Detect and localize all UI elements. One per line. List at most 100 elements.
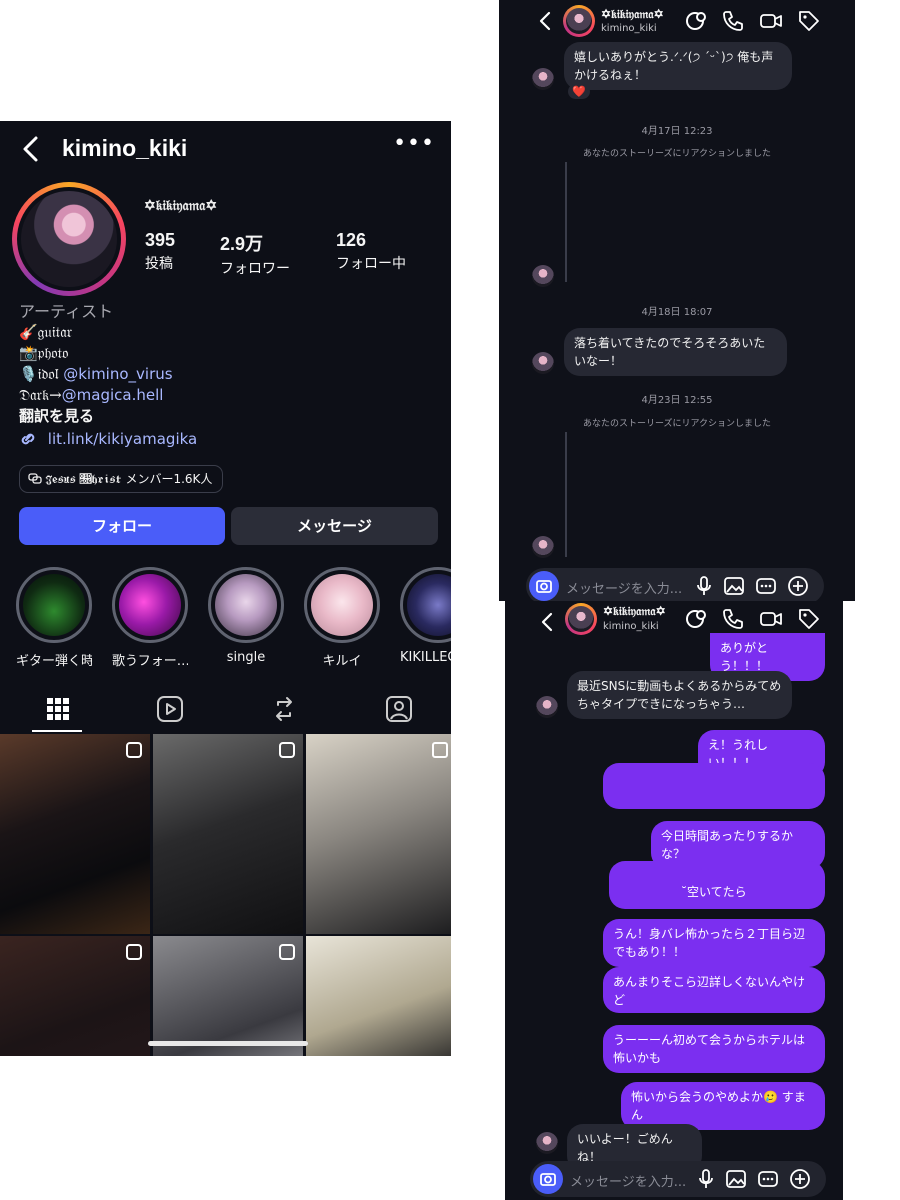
add-people-icon[interactable] bbox=[685, 607, 709, 631]
story-reaction-notice: あなたのストーリーズにリアクションしました bbox=[582, 419, 772, 429]
carousel-icon bbox=[126, 944, 142, 960]
sender-avatar bbox=[536, 1132, 558, 1154]
community-chip[interactable]: 𝔍𝔢𝔰𝔲𝔰 𝔆𝔥𝔯𝔦𝔰𝔱 メンバー1.6K人 bbox=[19, 465, 224, 493]
mention-kimino-virus[interactable]: @kimino_virus bbox=[63, 365, 172, 383]
timestamp: 4月18日 18:07 bbox=[641, 307, 713, 318]
microphone-icon[interactable] bbox=[694, 1167, 718, 1191]
carousel-icon bbox=[279, 742, 295, 758]
highlight-cover bbox=[407, 574, 451, 636]
message-outgoing[interactable]: うーーーん初めて会うからホテルは怖いかも bbox=[603, 1025, 825, 1073]
community-label: 𝔍𝔢𝔰𝔲𝔰 𝔆𝔥𝔯𝔦𝔰𝔱 メンバー1.6K人 bbox=[45, 472, 213, 486]
bio-link[interactable]: lit.link/kikiyamagika bbox=[19, 429, 439, 450]
add-icon[interactable] bbox=[786, 574, 810, 598]
follow-button[interactable]: フォロー bbox=[19, 507, 225, 545]
camera-button[interactable] bbox=[533, 1164, 563, 1194]
dm-display-name: ✡𝔨𝔦𝔨𝔦𝔶𝔞𝔪𝔞✡ bbox=[603, 604, 666, 618]
sticker-icon[interactable] bbox=[756, 1167, 780, 1191]
highlight-single[interactable]: single bbox=[208, 567, 284, 665]
tag-icon[interactable] bbox=[797, 9, 821, 33]
profile-avatar[interactable] bbox=[12, 182, 126, 296]
highlight-cover bbox=[215, 574, 277, 636]
bio-idol: 🎙️𝔦𝔡𝔬𝔩 @kimino_virus bbox=[19, 364, 439, 385]
timestamp: 4月23日 12:55 bbox=[641, 395, 713, 406]
highlight-guitar[interactable]: ギター弾く時 bbox=[16, 567, 92, 669]
reaction-heart[interactable]: ❤️ bbox=[568, 84, 590, 99]
reel-icon bbox=[432, 742, 448, 758]
message-composer[interactable]: メッセージを入力... bbox=[530, 1161, 826, 1197]
post-thumbnail[interactable] bbox=[153, 936, 303, 1056]
translate-link[interactable]: 翻訳を見る bbox=[19, 406, 439, 427]
back-arrow-icon[interactable] bbox=[539, 611, 555, 633]
highlight-cover bbox=[311, 574, 373, 636]
profile-tabs bbox=[0, 686, 451, 734]
profile-username: kimino_kiki bbox=[62, 135, 188, 161]
sender-avatar bbox=[532, 68, 554, 90]
dm-username: kimino_kiki bbox=[603, 621, 659, 632]
stat-followers-label: フォロワー bbox=[220, 261, 290, 277]
story-reaction-notice: あなたのストーリーズにリアクションしました bbox=[582, 149, 772, 159]
highlight-cover bbox=[119, 574, 181, 636]
stat-followers[interactable]: 2.9万 フォロワー bbox=[220, 230, 290, 278]
repost-icon[interactable] bbox=[269, 694, 299, 724]
message-incoming[interactable]: 落ち着いてきたのでそろそろあいたいなー！ bbox=[564, 328, 787, 376]
dm-thread-top: ✡𝔨𝔦𝔨𝔦𝔶𝔞𝔪𝔞✡ kimino_kiki 嬉しいありがとう.ᐟ.ᐟ(੭ ˊᵕ… bbox=[499, 0, 855, 601]
add-people-icon[interactable] bbox=[685, 9, 709, 33]
message-composer[interactable]: メッセージを入力... bbox=[526, 568, 824, 601]
message-outgoing[interactable]: あんまりそこら辺詳しくないんやけど bbox=[603, 967, 825, 1013]
stat-following-value: 126 bbox=[336, 230, 367, 250]
back-arrow-icon[interactable] bbox=[20, 135, 44, 163]
link-icon bbox=[21, 433, 35, 445]
highlight-label: キルイ bbox=[322, 654, 362, 669]
highlight-label: ギター弾く時 bbox=[16, 654, 92, 669]
post-thumbnail[interactable] bbox=[0, 734, 150, 934]
highlight-kirui[interactable]: キルイ bbox=[304, 567, 380, 669]
chat-bubbles-icon bbox=[28, 473, 42, 484]
message-outgoing[interactable]: うん！身バレ怖かったら２丁目ら辺でもあり！！ bbox=[603, 919, 825, 967]
more-options-icon[interactable]: ••• bbox=[393, 131, 435, 156]
post-thumbnail[interactable] bbox=[306, 936, 451, 1056]
message-incoming[interactable]: 嬉しいありがとう.ᐟ.ᐟ(੭ ˊᵕˋ)੭ 俺も声かけるねぇ！ bbox=[564, 42, 792, 90]
home-indicator bbox=[148, 1041, 308, 1046]
carousel-icon bbox=[126, 742, 142, 758]
stat-posts[interactable]: 395 投稿 bbox=[145, 230, 175, 273]
highlight-kikilleg[interactable]: KIKILLEG bbox=[400, 567, 451, 665]
tagged-icon[interactable] bbox=[384, 694, 414, 724]
tag-icon[interactable] bbox=[797, 607, 821, 631]
bio-idol-prefix: 🎙️𝔦𝔡𝔬𝔩 bbox=[19, 365, 64, 383]
add-icon[interactable] bbox=[788, 1167, 812, 1191]
microphone-icon[interactable] bbox=[692, 574, 716, 598]
post-thumbnail[interactable] bbox=[306, 734, 451, 934]
phone-icon[interactable] bbox=[721, 9, 745, 33]
video-call-icon[interactable] bbox=[759, 9, 783, 33]
message-outgoing[interactable]: 怖いから会うのやめよか🥲 すまん bbox=[621, 1082, 825, 1130]
dm-avatar[interactable] bbox=[565, 603, 597, 635]
gallery-icon[interactable] bbox=[724, 1167, 748, 1191]
message-outgoing-redacted[interactable] bbox=[603, 763, 825, 809]
video-call-icon[interactable] bbox=[759, 607, 783, 631]
gallery-icon[interactable] bbox=[722, 574, 746, 598]
grid-icon[interactable] bbox=[43, 694, 73, 724]
sticker-icon[interactable] bbox=[754, 574, 778, 598]
post-thumbnail[interactable] bbox=[153, 734, 303, 934]
bio-guitar: 🎸𝔤𝔲𝔦𝔱𝔞𝔯 bbox=[19, 323, 73, 341]
profile-screen: kimino_kiki ••• ✡𝔨𝔦𝔨𝔦𝔶𝔞𝔪𝔞✡ 395 投稿 2.9万 フ… bbox=[0, 121, 451, 1056]
message-button[interactable]: メッセージ bbox=[231, 507, 438, 545]
back-arrow-icon[interactable] bbox=[537, 10, 553, 32]
highlight-label: single bbox=[226, 650, 266, 665]
highlight-label: 歌うフォー… bbox=[112, 654, 188, 669]
mention-magica-hell[interactable]: @magica.hell bbox=[62, 386, 164, 404]
message-incoming[interactable]: 最近SNSに動画もよくあるからみてめちゃタイプできになっちゃう… bbox=[567, 671, 792, 719]
sender-avatar bbox=[536, 696, 558, 718]
stat-following[interactable]: 126 フォロー中 bbox=[336, 230, 406, 273]
message-outgoing[interactable]: ˘空いてたら bbox=[609, 861, 825, 909]
post-thumbnail[interactable] bbox=[0, 936, 150, 1056]
phone-icon[interactable] bbox=[721, 607, 745, 631]
reels-icon[interactable] bbox=[155, 694, 185, 724]
composer-placeholder: メッセージを入力... bbox=[566, 582, 683, 597]
profile-bio: アーティスト 🎸𝔤𝔲𝔦𝔱𝔞𝔯 📸𝔭𝔥𝔬𝔱𝔬 🎙️𝔦𝔡𝔬𝔩 @kimino_vir… bbox=[19, 301, 439, 450]
sender-avatar bbox=[532, 265, 554, 287]
highlight-singing[interactable]: 歌うフォー… bbox=[112, 567, 188, 669]
dm-avatar[interactable] bbox=[563, 5, 595, 37]
camera-button[interactable] bbox=[529, 571, 559, 601]
story-reply-bar bbox=[565, 162, 567, 282]
